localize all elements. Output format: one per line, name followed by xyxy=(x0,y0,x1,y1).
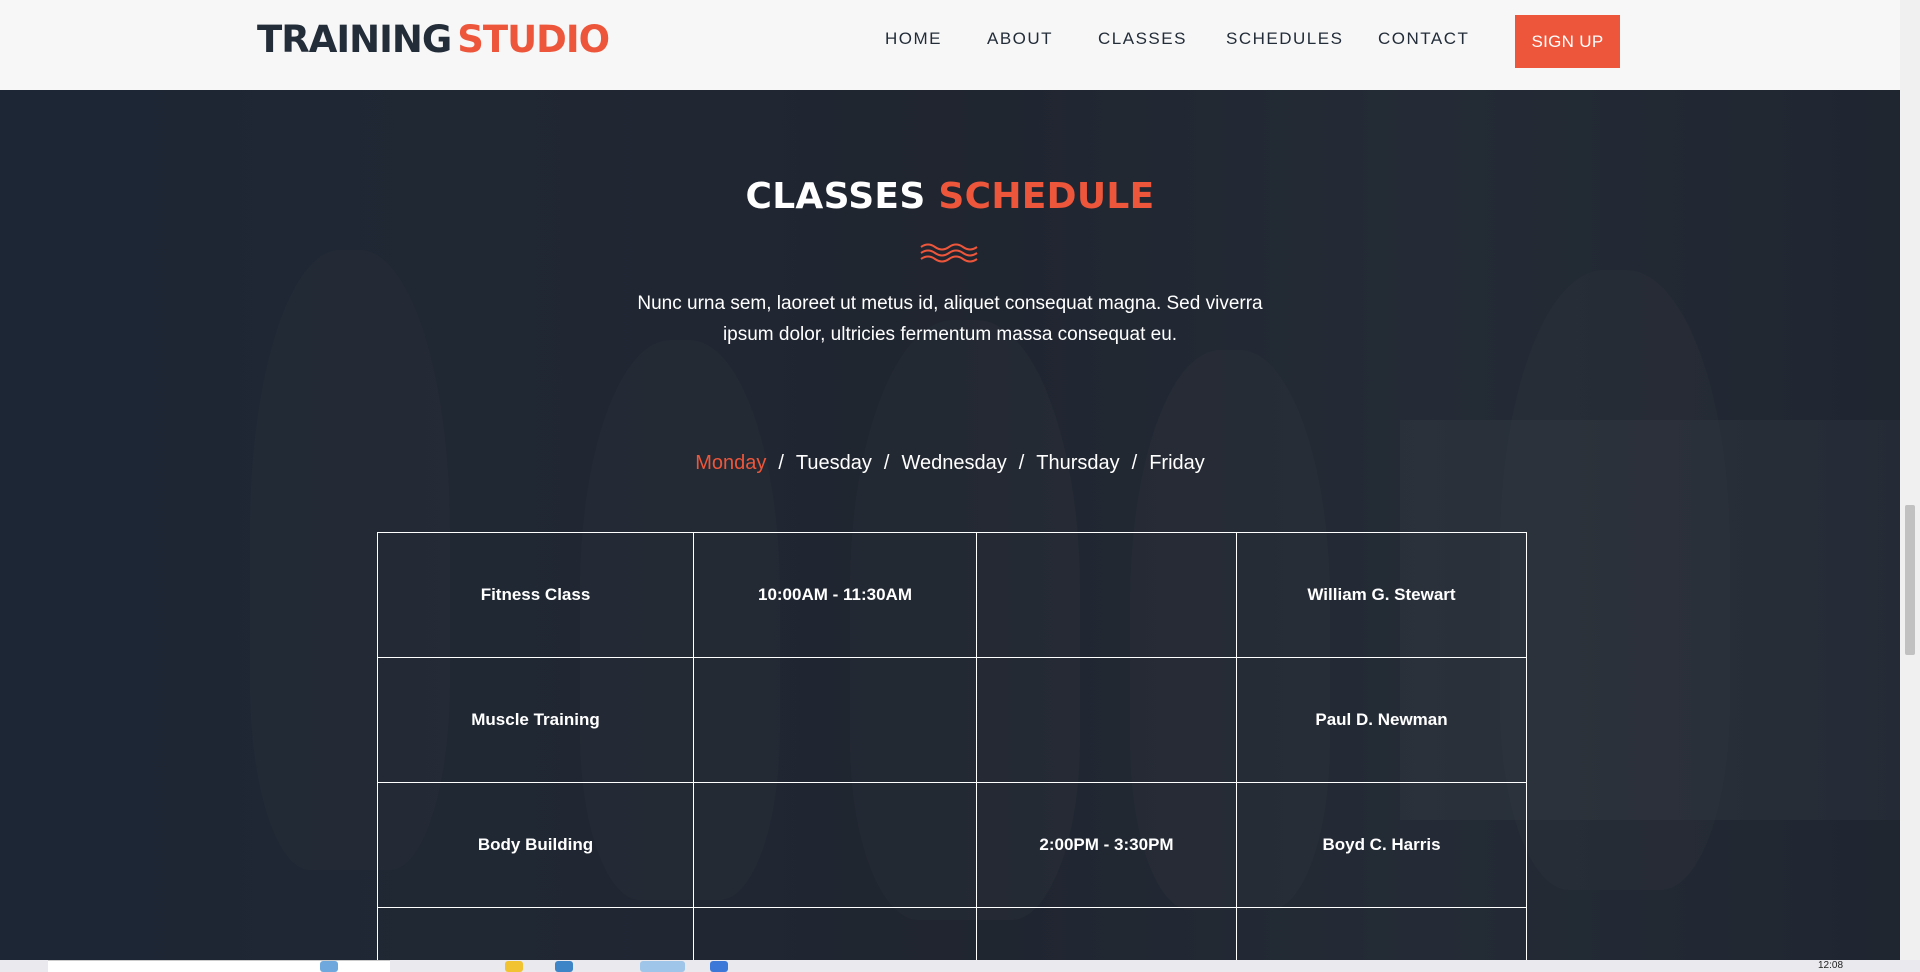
time-cell xyxy=(976,532,1237,658)
site-header: TRAINING STUDIO HOME ABOUT CLASSES SCHEDU… xyxy=(0,0,1900,90)
nav-home[interactable]: HOME xyxy=(885,29,942,49)
brand-name-part2: STUDIO xyxy=(457,18,610,61)
os-taskbar: 12:08 xyxy=(0,960,1920,972)
day-tab-tuesday[interactable]: Tuesday xyxy=(796,452,872,474)
day-separator: / xyxy=(883,452,890,474)
brand-logo[interactable]: TRAINING STUDIO xyxy=(257,18,610,61)
day-separator: / xyxy=(778,452,784,474)
time-cell: 10:00AM - 11:30AM xyxy=(693,532,977,658)
sign-up-button[interactable]: SIGN UP xyxy=(1515,15,1620,68)
table-row: Muscle Training Paul D. Newman xyxy=(377,657,1527,783)
description-line: Nunc urna sem, laoreet ut metus id, aliq… xyxy=(637,293,1263,314)
day-separator: / xyxy=(1018,452,1025,474)
nav-classes[interactable]: CLASSES xyxy=(1098,29,1187,49)
title-main: CLASSES xyxy=(745,176,926,217)
class-name-cell: Muscle Training xyxy=(377,657,694,783)
nav-schedules[interactable]: SCHEDULES xyxy=(1226,29,1343,49)
description-line: ipsum dolor, ultricies fermentum massa c… xyxy=(722,324,1178,345)
scrollbar-track[interactable] xyxy=(1900,0,1920,960)
trainer-cell: Boyd C. Harris xyxy=(1236,782,1527,908)
time-cell xyxy=(693,782,977,908)
day-tab-monday[interactable]: Monday xyxy=(695,452,766,474)
schedule-table: Fitness Class 10:00AM - 11:30AM William … xyxy=(377,532,1527,968)
day-filter: Monday / Tuesday / Wednesday / Thursday / Friday xyxy=(0,452,1900,475)
nav-about[interactable]: ABOUT xyxy=(987,29,1053,49)
brand-name-part1: TRAINING xyxy=(257,18,452,61)
nav-contact[interactable]: CONTACT xyxy=(1378,29,1469,49)
section-description: Nunc urna sem, laoreet ut metus id, aliq… xyxy=(600,288,1300,350)
day-separator: / xyxy=(1131,452,1138,474)
folder-icon[interactable] xyxy=(505,961,523,972)
time-cell: 2:00PM - 3:30PM xyxy=(976,782,1237,908)
taskbar-clock[interactable]: 12:08 xyxy=(1818,960,1843,971)
taskbar-search-box[interactable] xyxy=(48,960,390,972)
table-row xyxy=(377,907,1527,968)
scrollbar-thumb[interactable] xyxy=(1905,505,1915,655)
trainer-cell: William G. Stewart xyxy=(1236,532,1527,658)
taskbar-app-icon[interactable] xyxy=(710,961,728,972)
wave-divider-icon xyxy=(920,243,978,263)
class-name-cell: Body Building xyxy=(377,782,694,908)
taskbar-app-icon[interactable] xyxy=(320,961,338,972)
taskbar-app-icon[interactable] xyxy=(555,961,573,972)
browser-icon[interactable] xyxy=(640,961,685,972)
class-name-cell: Fitness Class xyxy=(377,532,694,658)
table-row: Fitness Class 10:00AM - 11:30AM William … xyxy=(377,532,1527,658)
class-name-cell xyxy=(377,907,694,968)
trainer-cell: Paul D. Newman xyxy=(1236,657,1527,783)
time-cell xyxy=(976,907,1237,968)
day-tab-thursday[interactable]: Thursday xyxy=(1036,452,1119,474)
time-cell xyxy=(976,657,1237,783)
time-cell xyxy=(693,907,977,968)
day-tab-wednesday[interactable]: Wednesday xyxy=(901,452,1006,474)
day-tab-friday[interactable]: Friday xyxy=(1149,452,1205,474)
section-title: CLASSES SCHEDULE xyxy=(0,176,1900,217)
table-row: Body Building 2:00PM - 3:30PM Boyd C. Ha… xyxy=(377,782,1527,908)
time-cell xyxy=(693,657,977,783)
title-accent: SCHEDULE xyxy=(938,176,1155,217)
trainer-cell xyxy=(1236,907,1527,968)
